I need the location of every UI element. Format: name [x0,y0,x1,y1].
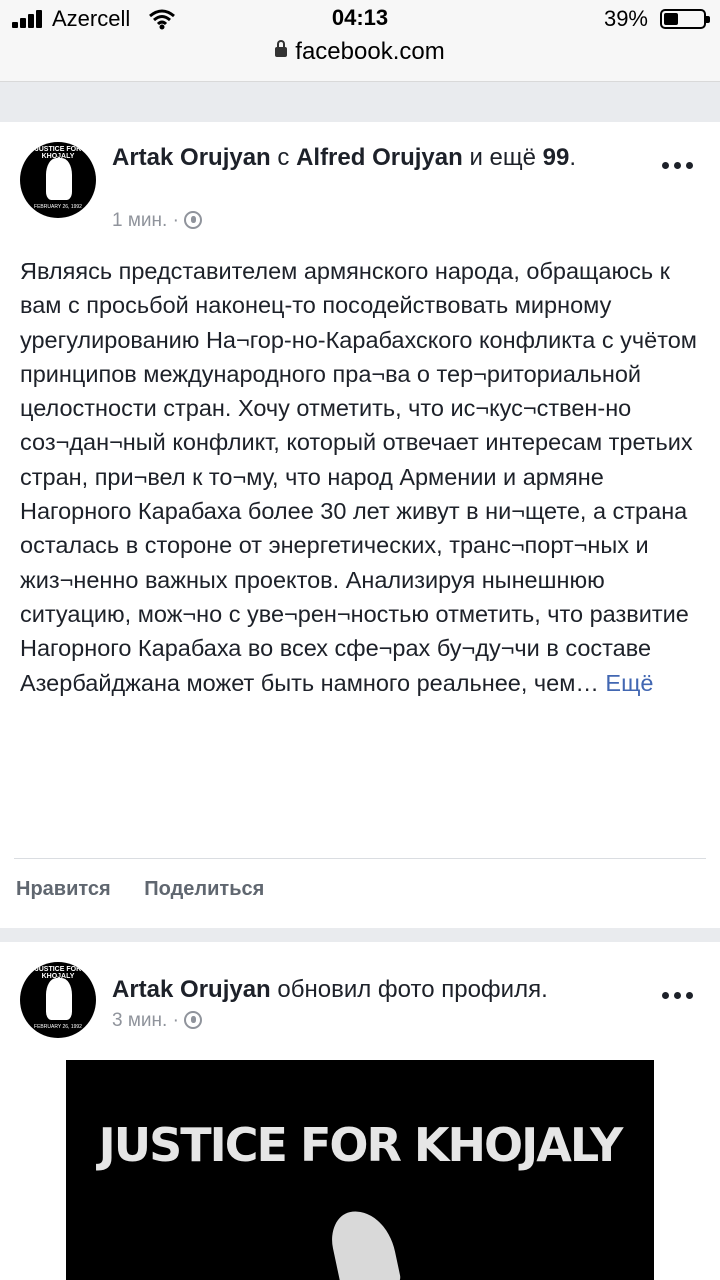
statue-image [46,978,72,1020]
like-button[interactable]: Нравится [16,878,111,900]
status-bar: Azercell 04:13 39% [0,0,720,40]
battery-percent: 39% [603,6,648,31]
statue-image [326,1204,402,1280]
see-more-link[interactable]: Ещё [605,670,653,696]
avatar-date: FEBRUARY 26, 1992 [34,1024,82,1030]
post-actions: Нравится Поделиться [16,878,292,901]
avatar[interactable]: JUSTICE FOR KHOJALY FEBRUARY 26, 1992 [20,962,96,1038]
post-action-text: обновил фото профиля. [277,976,548,1003]
divider [14,858,706,859]
tagged-user-link[interactable]: Alfred Orujyan [296,144,463,171]
more-options-icon[interactable] [662,162,694,172]
post-header: Artak Orujyan обновил фото профиля. [112,974,640,1005]
share-button[interactable]: Поделиться [144,878,264,900]
photo-caption: JUSTICE FOR KHOJALY [98,1118,624,1172]
lock-icon [275,40,288,57]
post-meta: 3 мин. · [112,1010,203,1032]
avatar-date: FEBRUARY 26, 1992 [34,204,82,210]
statue-image [46,158,72,200]
more-options-icon[interactable] [662,992,694,1002]
post-time[interactable]: 1 мин. · [112,210,179,231]
post-text: Являясь представителем армянского народа… [20,254,706,700]
feed-post: JUSTICE FOR KHOJALY FEBRUARY 26, 1992 Ar… [0,122,720,928]
connector-text: с [277,144,290,171]
profile-photo[interactable]: JUSTICE FOR KHOJALY [66,1060,654,1280]
author-link[interactable]: Artak Orujyan [112,976,271,1003]
post-body: Являясь представителем армянского народа… [20,258,697,696]
address-bar[interactable]: facebook.com [0,38,720,74]
post-time[interactable]: 3 мин. · [112,1010,179,1031]
author-link[interactable]: Artak Orujyan [112,144,271,171]
browser-top-bar: Azercell 04:13 39% facebook.com [0,0,720,82]
avatar[interactable]: JUSTICE FOR KHOJALY FEBRUARY 26, 1992 [20,142,96,218]
post-header: Artak Orujyan с Alfred Orujyan и ещё 99. [112,144,576,171]
battery-icon [660,9,710,29]
others-count-link[interactable]: 99 [543,144,570,171]
globe-icon [184,211,203,229]
feed-post: JUSTICE FOR KHOJALY FEBRUARY 26, 1992 Ar… [0,942,720,1280]
url-text: facebook.com [295,38,445,65]
post-meta: 1 мин. · [112,210,203,232]
and-more-text: и ещё [469,144,536,171]
globe-icon [184,1011,203,1029]
